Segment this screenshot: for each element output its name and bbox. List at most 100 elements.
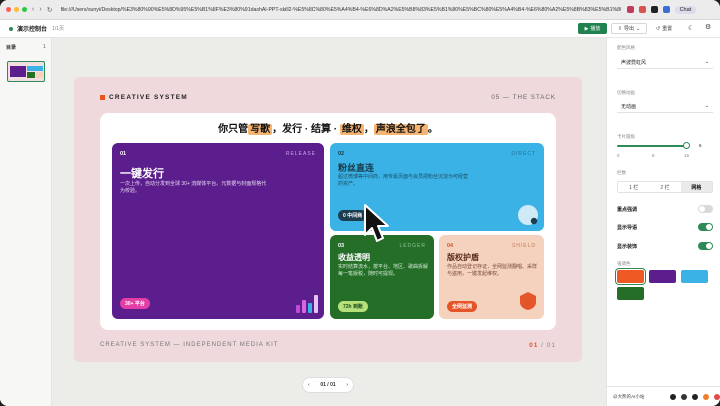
card-title: 收益透明: [338, 253, 370, 262]
settings-panel: 配色风格 声波霓虹风 ⌄ 切换动画 无动画 ⌄ 卡片圆角 6 0 8 16 栏数 1…: [606, 38, 720, 406]
social-icon[interactable]: [714, 393, 720, 400]
slide-sidebar: 目录 1: [0, 38, 52, 406]
animation-select[interactable]: 无动画 ⌄: [617, 100, 713, 113]
app-title: 演示控制台: [17, 27, 48, 33]
toggle-row-decor: 显示装饰: [617, 242, 713, 250]
extension-icon[interactable]: [662, 6, 670, 13]
square-bullet-icon: [100, 95, 105, 100]
card-desc: 作品自动登记存证，全网监测翻唱、采样与盗用，一键发起维权。: [447, 264, 538, 277]
slide-thumbnail[interactable]: [7, 61, 45, 82]
reset-icon: ↺: [655, 25, 661, 32]
radius-tick: 8: [652, 153, 655, 158]
decor-toggle[interactable]: [698, 242, 713, 250]
dial-icon: [518, 205, 538, 225]
traffic-lights[interactable]: [6, 7, 27, 12]
intro-toggle[interactable]: [698, 223, 713, 231]
accent-label: 强调色: [617, 261, 631, 266]
card-desc: 实时结算流水，按平台、地区、歌曲拆解每一笔版税，随时可提现。: [338, 264, 429, 277]
page-current: 01: [529, 342, 539, 349]
reset-label: 重置: [662, 26, 673, 32]
reload-icon[interactable]: ↻: [47, 6, 53, 14]
card-tag: RELEASE: [285, 151, 316, 157]
chevron-down-icon: ⌄: [636, 25, 641, 32]
maximize-window-icon[interactable]: [22, 7, 27, 12]
slide-footer: CREATIVE SYSTEM — INDEPENDENT MEDIA KIT: [100, 342, 279, 348]
card-shield: 04 SHIELD 版权护盾 作品自动登记存证，全网监测翻唱、采样与盗用，一键发…: [439, 235, 544, 319]
slide-count: 1/1页: [52, 26, 64, 32]
toggle-row-intro: 显示导语: [617, 223, 713, 231]
layout-option-grid[interactable]: 网格: [680, 182, 712, 192]
headline-highlight: 维权: [339, 124, 364, 135]
accent-swatch-orange[interactable]: [615, 268, 646, 285]
layout-option-1[interactable]: 1 栏: [618, 182, 649, 192]
extension-icon[interactable]: [626, 6, 634, 13]
back-icon[interactable]: ‹: [32, 6, 34, 13]
headline-highlight: 声浪全包了: [373, 124, 428, 135]
card-number: 02: [338, 151, 345, 157]
export-button[interactable]: ⇪ 导出 ⌄: [611, 23, 647, 34]
slide-brand: CREATIVE SYSTEM: [100, 94, 188, 101]
chat-button[interactable]: Chat: [674, 5, 697, 14]
slide-section: 05 — THE STACK: [491, 94, 556, 101]
gear-icon[interactable]: ⚙: [705, 23, 711, 31]
accent-swatch-green[interactable]: [617, 287, 644, 300]
slide-content: 你只管 写歌 ，发行 · 结算 · 维权，声浪全包了。 01 RELEASE 一键发…: [100, 113, 556, 330]
close-window-icon[interactable]: [6, 7, 11, 12]
minimize-window-icon[interactable]: [14, 7, 19, 12]
radius-label: 卡片圆角: [617, 134, 635, 139]
slide-headline: 你只管 写歌 ，发行 · 结算 · 维权，声浪全包了。: [100, 120, 556, 135]
card-tag: DIRECT: [511, 151, 536, 157]
extension-icon[interactable]: [650, 6, 658, 13]
accent-swatch-purple[interactable]: [649, 270, 676, 283]
pager-label: 01 / 01: [320, 382, 336, 388]
chevron-down-icon: ⌄: [704, 103, 709, 109]
github-icon[interactable]: [670, 393, 677, 400]
headline-text: 。: [427, 124, 438, 135]
tiktok-icon[interactable]: [681, 393, 688, 400]
chevron-down-icon: ⌄: [704, 59, 709, 65]
extension-icon[interactable]: [638, 6, 646, 13]
prev-slide-icon[interactable]: ‹: [308, 382, 310, 388]
headline-text: ，: [363, 124, 374, 135]
layout-option-2[interactable]: 2 栏: [649, 182, 680, 192]
layout-label: 栏数: [617, 170, 626, 175]
play-label: 播放: [590, 26, 601, 32]
toggle-label: 重点强调: [617, 206, 638, 213]
card-number: 04: [447, 243, 454, 249]
footer-credit: @大熊的AI小站: [613, 393, 645, 399]
card-number: 03: [338, 243, 345, 249]
panel-footer: @大熊的AI小站: [607, 386, 720, 406]
card-desc: 一次上传，自动分发到全球 30+ 流媒体平台。元数据与封面规格代为校验。: [120, 181, 267, 194]
next-slide-icon[interactable]: ›: [346, 382, 348, 388]
animation-value: 无动画: [621, 103, 637, 110]
card-pill: 全网监测: [447, 301, 478, 312]
app-window: ‹ › ↻ file:///Users/sunyi/Desktop/%E3%80…: [0, 0, 720, 406]
card-title: 一键发行: [120, 168, 164, 180]
forward-icon[interactable]: ›: [39, 6, 41, 13]
radius-tick: 16: [684, 153, 690, 158]
card-tag: SHIELD: [511, 243, 536, 249]
radius-value: 6: [699, 143, 702, 148]
brand-label: CREATIVE SYSTEM: [109, 94, 188, 101]
export-label: 导出: [623, 26, 634, 32]
sidebar-heading: 目录: [6, 45, 17, 51]
reset-button[interactable]: ↺ 重置: [652, 23, 676, 34]
social-icon[interactable]: [703, 393, 710, 400]
accent-swatch-blue[interactable]: [681, 270, 708, 283]
browser-bar: ‹ › ↻ file:///Users/sunyi/Desktop/%E3%80…: [0, 0, 720, 20]
address-bar[interactable]: file:///Users/sunyi/Desktop/%E3%80%90%E5…: [61, 7, 621, 13]
theme-toggle-icon[interactable]: ☾: [688, 24, 694, 32]
play-button[interactable]: ▶ 播放: [578, 23, 607, 34]
theme-select[interactable]: 声波霓虹风 ⌄: [617, 56, 713, 69]
play-icon: ▶: [584, 25, 589, 32]
export-icon: ⇪: [617, 25, 622, 32]
mouse-cursor-icon: [364, 204, 389, 242]
x-icon[interactable]: [692, 393, 699, 400]
card-title: 粉丝直连: [338, 163, 375, 173]
radius-slider-handle[interactable]: [683, 142, 690, 149]
toggle-row-emphasis: 重点强调: [617, 205, 713, 213]
radius-slider[interactable]: [617, 145, 687, 147]
emphasis-toggle[interactable]: [698, 205, 713, 213]
card-desc: 超过微博等中间商，用专属页面与会员把粉丝沉淀为可经营的资产。: [338, 174, 469, 187]
sidebar-count: 1: [43, 44, 46, 50]
